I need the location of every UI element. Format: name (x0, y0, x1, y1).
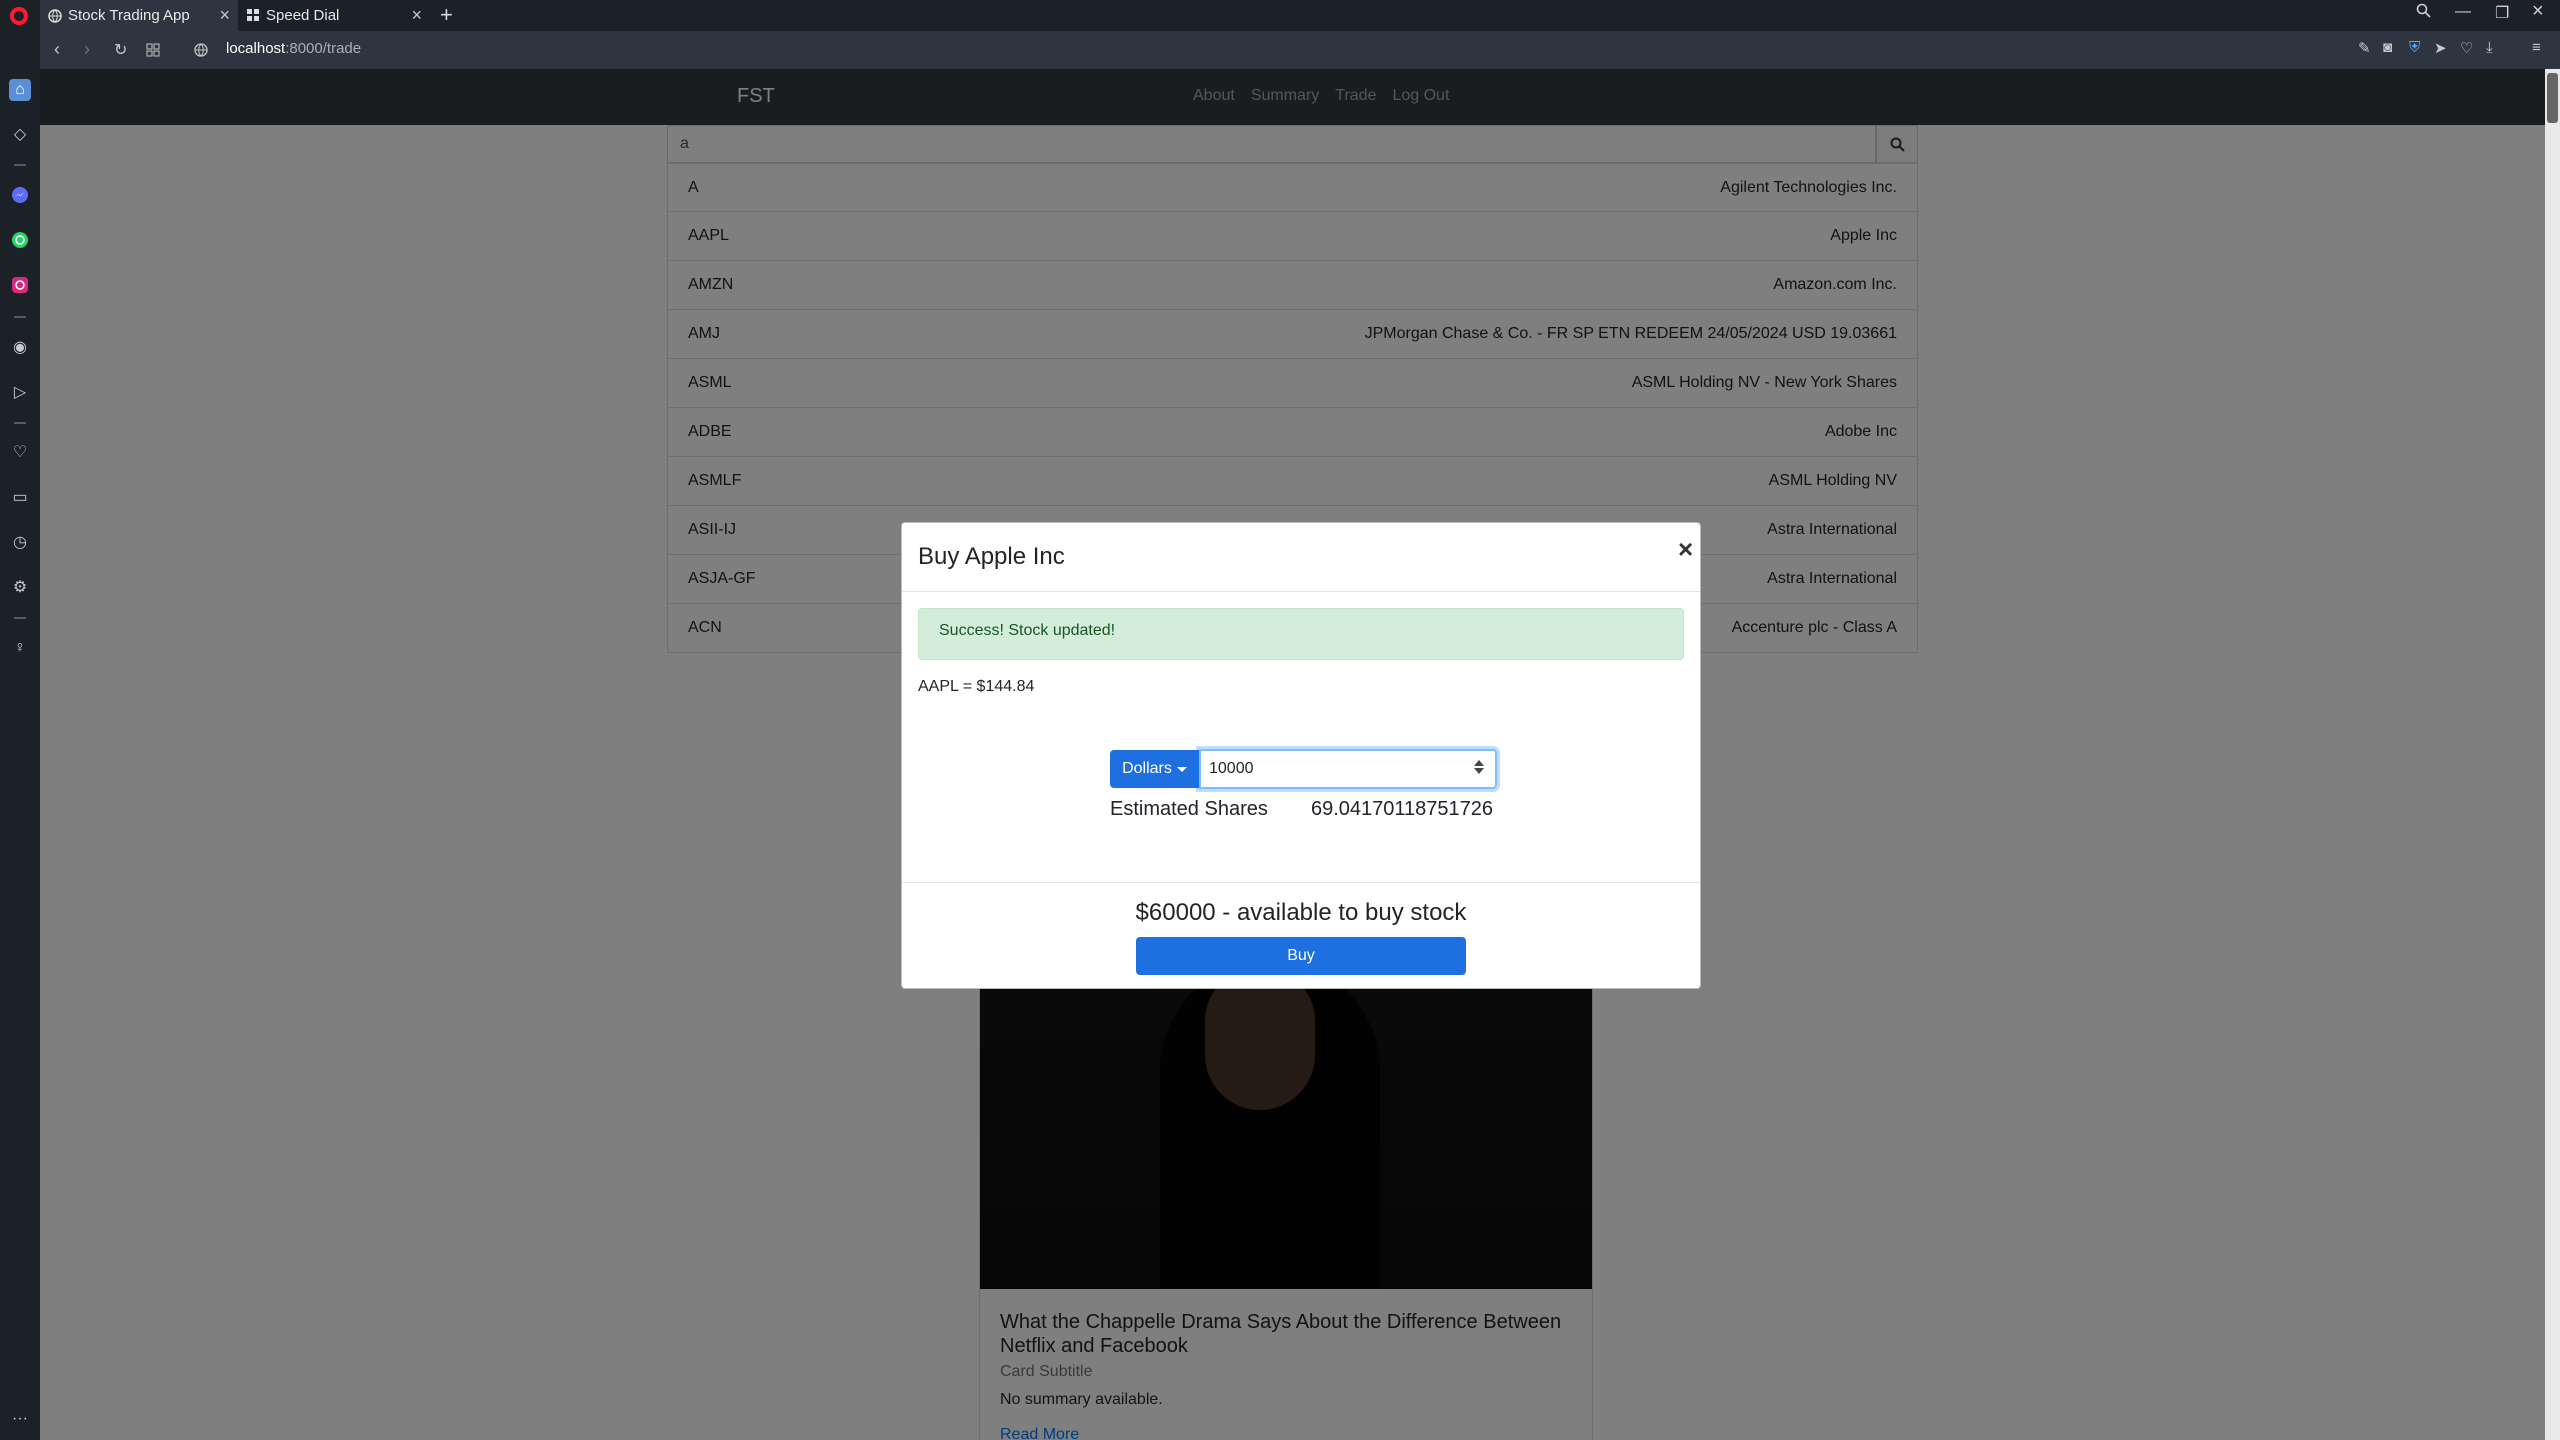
heart-icon[interactable]: ♡ (2460, 39, 2473, 57)
camera-icon[interactable]: ◙ (2383, 39, 2392, 56)
tab-label: Stock Trading App (68, 7, 190, 24)
grid-icon (246, 9, 260, 23)
modal-header: Buy Apple Inc × (902, 523, 1700, 592)
success-alert: Success! Stock updated! (918, 608, 1684, 660)
search-tabs-icon[interactable] (2416, 3, 2431, 23)
amount-stepper[interactable] (1473, 758, 1485, 780)
url-path: :8000/trade (285, 40, 362, 57)
tabs-grid-icon[interactable] (146, 41, 160, 62)
decrement-icon[interactable] (1474, 768, 1484, 774)
history-icon[interactable]: ◷ (9, 531, 31, 553)
close-window-icon[interactable]: × (2532, 0, 2544, 23)
player-icon[interactable]: ◉ (9, 336, 31, 358)
estimated-shares-label: Estimated Shares (1110, 798, 1268, 820)
address-bar: ‹ › ↻ localhost:8000/trade ✎ ◙ ⛨ ➤ ♡ ⤓ ≡ (40, 31, 2560, 69)
amount-mode-label: Dollars (1122, 760, 1172, 777)
sidebar-divider (14, 617, 26, 619)
instagram-icon[interactable] (9, 274, 31, 296)
modal-footer: $60000 - available to buy stock Buy (902, 882, 1700, 989)
opera-logo-icon[interactable] (10, 7, 28, 25)
diamond-icon[interactable]: ◇ (9, 123, 31, 145)
edit-icon[interactable]: ✎ (2358, 39, 2371, 57)
site-info-icon[interactable] (194, 41, 208, 62)
heart-icon[interactable]: ♡ (9, 441, 31, 463)
send-icon[interactable]: ➤ (2434, 39, 2447, 57)
browser-tab-bar: Stock Trading App × Speed Dial × + — ❐ × (0, 0, 2560, 31)
modal-title: Buy Apple Inc (918, 543, 1065, 570)
close-icon[interactable]: × (1678, 536, 1693, 562)
download-icon[interactable]: ⤓ (2486, 39, 2493, 56)
globe-icon (48, 8, 62, 23)
whatsapp-icon[interactable] (9, 229, 31, 251)
amount-input[interactable] (1199, 749, 1497, 789)
minimize-icon[interactable]: — (2455, 3, 2471, 21)
stock-quote: AAPL = $144.84 (918, 678, 1035, 695)
sidebar-divider (14, 164, 26, 166)
tab-label: Speed Dial (266, 7, 340, 24)
increment-icon[interactable] (1474, 760, 1484, 766)
page: FST About Summary Trade Log Out AAgilent… (40, 69, 2545, 1440)
reload-icon[interactable]: ↻ (114, 40, 127, 60)
shield-icon[interactable]: ⛨ (2409, 39, 2420, 56)
url-host: localhost (226, 40, 286, 57)
messenger-icon[interactable] (9, 184, 31, 206)
close-tab-icon[interactable]: × (219, 5, 230, 26)
sidebar-divider (14, 422, 26, 424)
caret-down-icon (1176, 766, 1187, 772)
restore-icon[interactable]: ❐ (2495, 3, 2509, 23)
tab-speed-dial[interactable]: Speed Dial × (238, 0, 430, 31)
home-icon[interactable]: ⌂ (9, 79, 31, 101)
close-tab-icon[interactable]: × (411, 5, 422, 26)
browser-sidebar: ⌂ ◇ ◉ ▷ ♡ ▭ ◷ ⚙ ♀ ··· (0, 31, 40, 1440)
menu-icon[interactable]: ≡ (2532, 39, 2541, 56)
settings-icon[interactable]: ⚙ (9, 576, 31, 598)
estimated-shares-value: 69.04170118751726 (1311, 798, 1494, 820)
lightbulb-icon[interactable]: ♀ (9, 637, 31, 659)
page-scrollbar[interactable] (2545, 69, 2560, 1440)
sidebar-divider (14, 316, 26, 318)
new-tab-icon[interactable]: + (440, 2, 453, 28)
cast-icon[interactable]: ▭ (9, 486, 31, 508)
available-funds: $60000 - available to buy stock (1135, 899, 1467, 926)
back-icon[interactable]: ‹ (54, 39, 60, 60)
forward-icon[interactable]: › (84, 39, 90, 60)
amount-input-group: Dollars (1110, 749, 1497, 789)
buy-button[interactable]: Buy (1136, 937, 1466, 975)
send-icon[interactable]: ▷ (9, 381, 31, 403)
tab-stock-trading-app[interactable]: Stock Trading App × (40, 0, 238, 31)
scrollbar-thumb[interactable] (2547, 73, 2558, 123)
url-field[interactable]: localhost:8000/trade (226, 40, 361, 57)
amount-mode-dropdown[interactable]: Dollars (1110, 750, 1199, 788)
buy-modal: Buy Apple Inc × Success! Stock updated! … (901, 522, 1701, 989)
more-icon[interactable]: ··· (9, 1408, 31, 1430)
